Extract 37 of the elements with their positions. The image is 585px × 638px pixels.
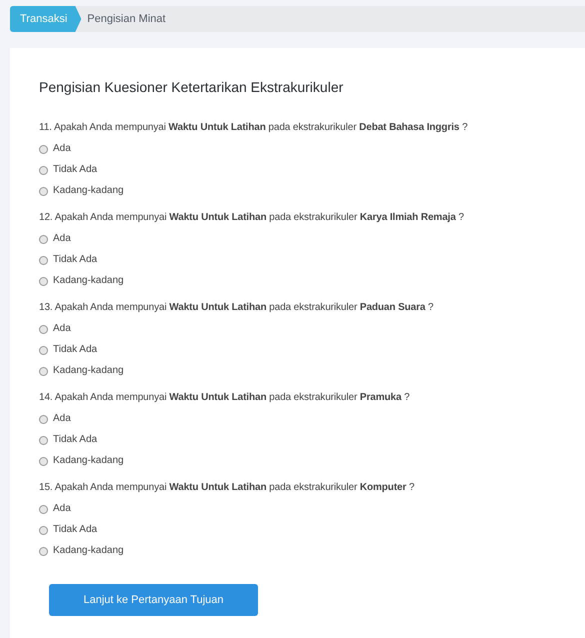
radio-button[interactable]	[39, 456, 48, 466]
radio-button[interactable]	[39, 276, 48, 286]
radio-button[interactable]	[39, 144, 48, 154]
radio-option[interactable]: Ada	[39, 142, 585, 156]
radio-option[interactable]: Kadang-kadang	[39, 364, 585, 378]
radio-button[interactable]	[39, 256, 48, 264]
radio-option[interactable]: Tidak Ada	[39, 253, 585, 267]
radio-option[interactable]: Tidak Ada	[39, 343, 585, 357]
radio-option[interactable]: Ada	[39, 232, 585, 246]
radio-button[interactable]	[39, 186, 48, 196]
radio-option[interactable]: Tidak Ada	[39, 163, 585, 177]
radio-button[interactable]	[39, 166, 48, 174]
radio-button[interactable]	[39, 526, 48, 534]
radio-button[interactable]	[39, 324, 48, 334]
radio-option[interactable]: Tidak Ada	[39, 523, 585, 537]
radio-button[interactable]	[39, 414, 48, 424]
radio-button[interactable]	[39, 366, 48, 376]
radio-button[interactable]	[39, 546, 48, 556]
question-text: 13. Apakah Anda mempunyai Waktu Untuk Latihan pada ekstrakurikuler Paduan Suara ?	[39, 301, 435, 315]
form-title: Pengisian Kuesioner Ketertarikan Ekstrakurikuler	[39, 78, 344, 96]
radio-option[interactable]: Tidak Ada	[39, 433, 585, 447]
radio-button[interactable]	[39, 436, 48, 444]
radio-button[interactable]	[39, 346, 48, 354]
question-text: 14. Apakah Anda mempunyai Waktu Untuk Latihan pada ekstrakurikuler Pramuka ?	[39, 391, 411, 405]
radio-option[interactable]: Ada	[39, 322, 585, 336]
breadcrumb-link[interactable]: Pengisian Minat	[81, 6, 176, 32]
radio-option[interactable]: Kadang-kadang	[39, 454, 585, 468]
radio-button[interactable]	[39, 504, 48, 514]
radio-option[interactable]: Kadang-kadang	[39, 184, 585, 198]
radio-option[interactable]: Kadang-kadang	[39, 274, 585, 288]
radio-option[interactable]: Ada	[39, 412, 585, 426]
question-text: 11. Apakah Anda mempunyai Waktu Untuk Latihan pada ekstrakurikuler Debat Bahasa Inggris ?	[39, 121, 469, 135]
radio-button[interactable]	[39, 234, 48, 244]
question-text: 15. Apakah Anda mempunyai Waktu Untuk Latihan pada ekstrakurikuler Komputer ?	[39, 481, 416, 495]
question-text: 12. Apakah Anda mempunyai Waktu Untuk Latihan pada ekstrakurikuler Karya Ilmiah Remaja ?	[39, 211, 465, 225]
radio-option[interactable]: Ada	[39, 502, 585, 516]
radio-option[interactable]: Kadang-kadang	[39, 544, 585, 558]
